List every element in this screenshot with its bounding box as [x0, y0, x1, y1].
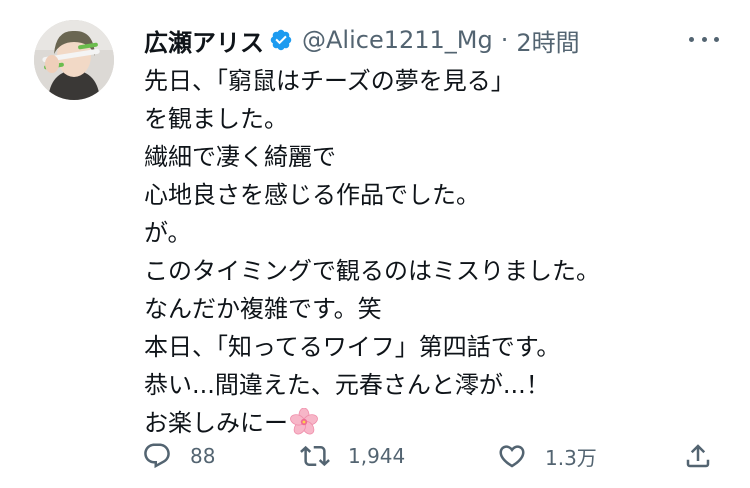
reply-count: 88 [190, 444, 216, 468]
display-name[interactable]: 広瀬アリス [144, 23, 264, 58]
tweet-card[interactable]: 広瀬アリス @Alice1211_Mg · 2時間 先日、「窮鼠はチーズの夢を見… [0, 0, 750, 488]
tweet-line: 心地良さを感じる作品でした。 [144, 181, 480, 209]
reply-button[interactable]: 88 [142, 436, 215, 476]
more-dot [714, 36, 719, 42]
verified-badge-icon [270, 29, 292, 51]
tweet-line-text: お楽しみにー [144, 409, 288, 437]
tweet-line: 先日、「窮鼠はチーズの夢を見る」 [144, 67, 515, 95]
tweet-line: 恭い...間違えた、元春さんと澪が...！ [144, 371, 550, 399]
share-icon [686, 444, 710, 468]
retweet-count: 1,944 [348, 444, 406, 468]
like-count: 1.3万 [545, 445, 597, 470]
retweet-button[interactable]: 1,944 [300, 436, 405, 476]
tweet-header: 広瀬アリス @Alice1211_Mg · 2時間 [144, 22, 580, 58]
tweet-timestamp[interactable]: 2時間 [516, 23, 579, 58]
heart-icon [499, 445, 525, 468]
tweet-line: が。 [144, 219, 192, 247]
share-button[interactable] [683, 436, 713, 476]
reply-icon [144, 443, 170, 469]
tweet-body: 先日、「窮鼠はチーズの夢を見る」 を観ました。 繊細で凄く綺麗で 心地良さを感じ… [144, 62, 734, 442]
more-dot [689, 36, 694, 42]
like-button[interactable]: 1.3万 [497, 436, 597, 476]
avatar[interactable] [34, 20, 114, 100]
user-handle[interactable]: @Alice1211_Mg [302, 26, 493, 54]
retweet-icon [300, 445, 330, 467]
cherry-blossom-icon [290, 408, 318, 435]
separator-dot: · [500, 26, 509, 54]
more-dot [701, 36, 707, 42]
tweet-line: を観ました。 [144, 105, 288, 133]
tweet-line: 本日、「知ってるワイフ」第四話です。 [144, 333, 561, 361]
tweet-line: なんだか複雑です。笑 [144, 295, 382, 323]
tweet-actions: 88 1,944 1.3万 [0, 436, 750, 476]
tweet-line: このタイミングで観るのはミスりました。 [144, 257, 600, 285]
more-options-icon[interactable] [686, 26, 722, 52]
tweet-line: 繊細で凄く綺麗で [144, 143, 336, 171]
avatar-photo [34, 20, 114, 100]
